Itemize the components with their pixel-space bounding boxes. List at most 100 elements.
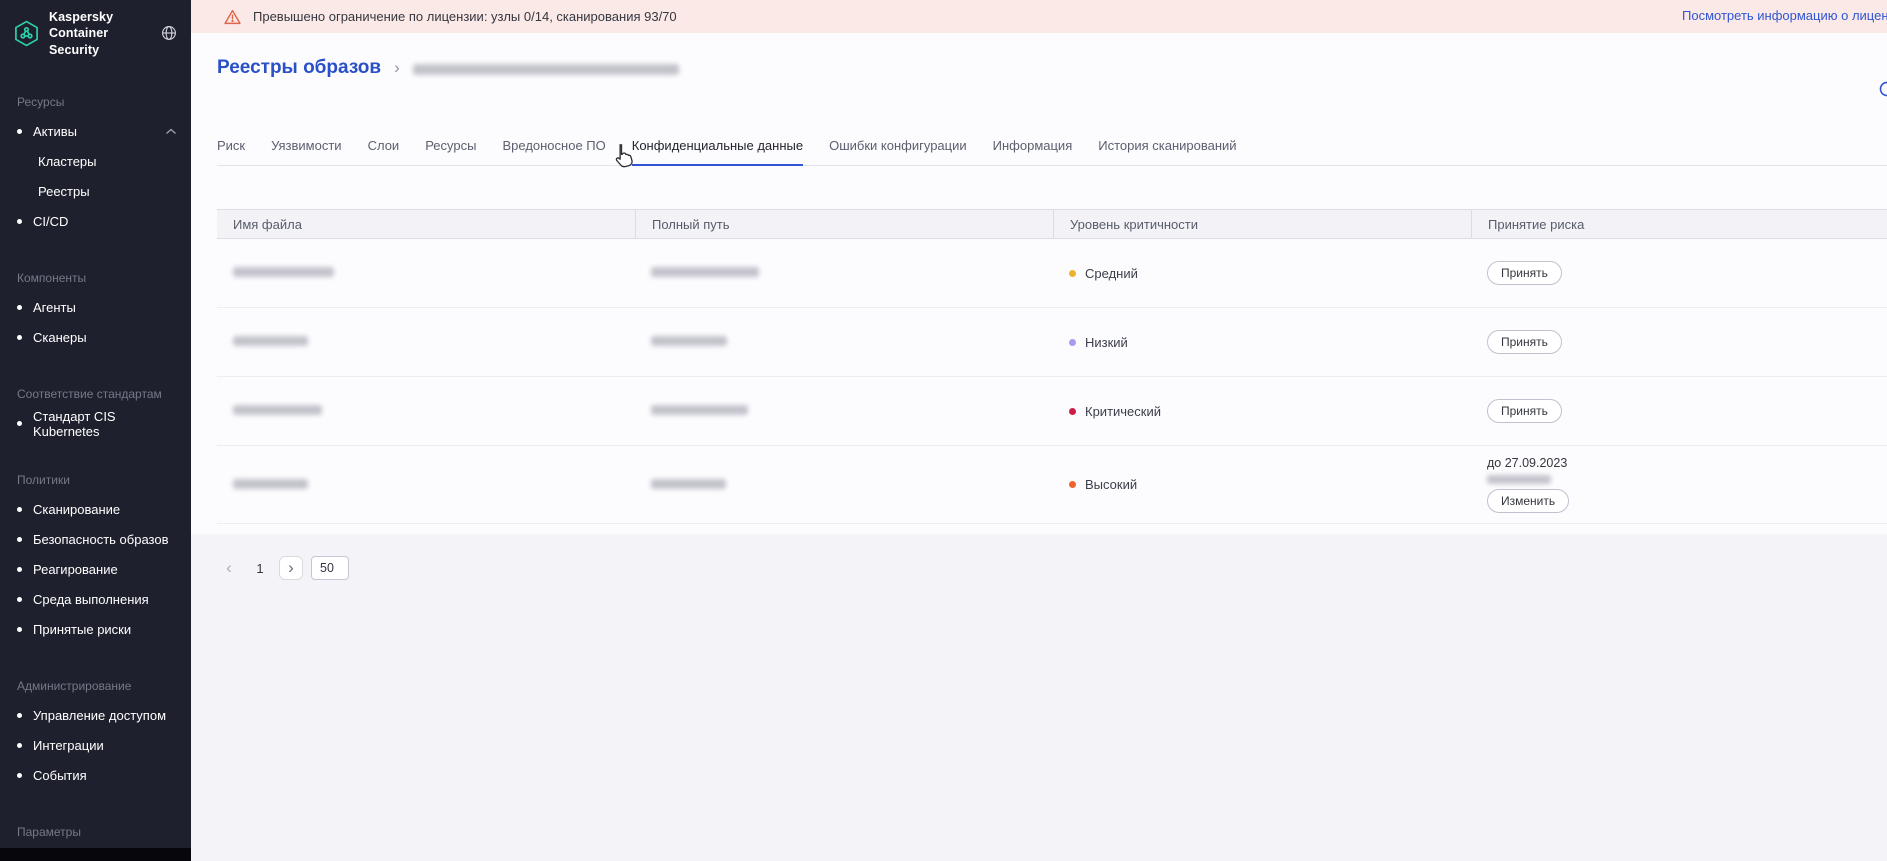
content-card: Реестры образов › Риск Уязвимости Слои Р… (191, 33, 1887, 534)
severity-label: Критический (1085, 403, 1161, 419)
sidebar-bottom-strip (0, 848, 191, 861)
sidebar-item-integrations[interactable]: Интеграции (0, 731, 191, 761)
kaspersky-logo-icon (13, 20, 40, 47)
severity-dot-critical (1069, 407, 1076, 415)
breadcrumb: Реестры образов › (217, 33, 1887, 97)
file-name-redacted (233, 336, 308, 346)
table-row[interactable]: Средний Принять (217, 239, 1887, 308)
nav-section-resources: Ресурсы (17, 94, 65, 109)
sidebar-item-registries[interactable]: Реестры (0, 177, 191, 207)
sidebar-item-access-management[interactable]: Управление доступом (0, 701, 191, 731)
license-warning-text: Превышено ограничение по лицензии: узлы … (253, 9, 677, 24)
tab-layers[interactable]: Слои (368, 138, 400, 165)
tab-scan-history[interactable]: История сканирований (1098, 138, 1236, 165)
nav-section-components: Компоненты (17, 270, 87, 285)
column-header-full-path: Полный путь (635, 210, 1053, 238)
bullet-icon (17, 219, 22, 225)
bullet-icon (17, 743, 22, 749)
bullet-icon (17, 597, 22, 603)
breadcrumb-chevron-icon: › (394, 57, 400, 77)
full-path-redacted (651, 405, 748, 415)
severity-label: Средний (1085, 265, 1138, 281)
tab-malware[interactable]: Вредоносное ПО (502, 138, 605, 165)
sidebar-item-agents[interactable]: Агенты (0, 293, 191, 323)
table-header-row: Имя файла Полный путь Уровень критичност… (217, 209, 1887, 239)
bullet-icon (17, 713, 22, 719)
full-path-redacted (651, 267, 759, 277)
bullet-icon (17, 421, 22, 427)
risk-acceptor-redacted (1487, 475, 1551, 484)
sidebar-item-cicd[interactable]: CI/CD (0, 207, 191, 237)
sidebar-item-events[interactable]: События (0, 761, 191, 791)
bullet-icon (17, 627, 22, 633)
bullet-icon (17, 129, 22, 135)
bullet-icon (17, 773, 22, 779)
column-header-file-name: Имя файла (233, 216, 302, 232)
pagination-next-icon[interactable]: › (279, 556, 303, 580)
accept-risk-button[interactable]: Принять (1487, 330, 1562, 354)
chevron-up-icon (165, 128, 177, 135)
full-path-redacted (651, 478, 726, 489)
breadcrumb-root-link[interactable]: Реестры образов (217, 57, 381, 79)
file-name-redacted (233, 267, 334, 277)
bullet-icon (17, 507, 22, 513)
pagination: ‹ 1 › 50 (217, 556, 1887, 580)
tab-vulnerabilities[interactable]: Уязвимости (271, 138, 341, 165)
pagination-current-page[interactable]: 1 (249, 561, 271, 576)
page-size-select[interactable]: 50 (311, 556, 349, 580)
tab-information[interactable]: Информация (993, 138, 1073, 165)
sidebar-item-runtime[interactable]: Среда выполнения (0, 585, 191, 615)
language-globe-icon[interactable] (161, 25, 177, 41)
pagination-prev-icon[interactable]: ‹ (217, 556, 241, 580)
severity-dot-medium (1069, 269, 1076, 277)
tab-resources[interactable]: Ресурсы (425, 138, 476, 165)
sidebar-item-cis-standard[interactable]: Стандарт CIS Kubernetes (0, 409, 191, 439)
sidebar-item-image-security[interactable]: Безопасность образов (0, 525, 191, 555)
license-info-link[interactable]: Посмотреть информацию о лицензии (1682, 8, 1887, 23)
sidebar-item-clusters[interactable]: Кластеры (0, 147, 191, 177)
refresh-icon[interactable] (1878, 80, 1887, 98)
file-name-redacted (233, 405, 322, 415)
table-row[interactable]: Высокий до 27.09.2023 Изменить (217, 446, 1887, 524)
bullet-icon (17, 305, 22, 311)
accept-risk-button[interactable]: Принять (1487, 399, 1562, 423)
full-path-redacted (651, 336, 727, 346)
tab-config-errors[interactable]: Ошибки конфигурации (829, 138, 967, 165)
sidebar-item-scanners[interactable]: Сканеры (0, 323, 191, 353)
nav-section-administration: Администрирование (17, 678, 132, 693)
severity-label: Высокий (1085, 477, 1138, 492)
mouse-cursor (611, 143, 633, 169)
file-name-redacted (233, 478, 308, 489)
app-brand: Kaspersky Container Security (0, 0, 191, 67)
table-row[interactable]: Критический Принять (217, 377, 1887, 446)
tab-risk[interactable]: Риск (217, 138, 245, 165)
sidebar-item-assets[interactable]: Активы (0, 117, 191, 147)
sidebar-nav: Ресурсы Активы Кластеры Реестры CI/CD Ко… (0, 67, 191, 861)
sidebar: Kaspersky Container Security Ресурсы Акт… (0, 0, 191, 861)
app-title: Kaspersky Container Security (49, 10, 114, 57)
warning-triangle-icon (224, 9, 241, 25)
edit-risk-button[interactable]: Изменить (1487, 489, 1570, 513)
tab-bar: Риск Уязвимости Слои Ресурсы Вредоносное… (217, 138, 1887, 166)
license-warning-banner: Превышено ограничение по лицензии: узлы … (191, 0, 1887, 33)
severity-dot-low (1069, 338, 1076, 346)
nav-section-parameters: Параметры (17, 824, 81, 839)
sidebar-item-accepted-risks[interactable]: Принятые риски (0, 615, 191, 645)
sidebar-item-response[interactable]: Реагирование (0, 555, 191, 585)
accept-risk-button[interactable]: Принять (1487, 261, 1562, 285)
tab-sensitive-data[interactable]: Конфиденциальные данные (631, 138, 804, 166)
bullet-icon (17, 567, 22, 573)
column-header-risk-acceptance: Принятие риска (1471, 210, 1887, 238)
severity-label: Низкий (1085, 334, 1128, 350)
sensitive-data-table: Имя файла Полный путь Уровень критичност… (217, 209, 1887, 524)
sidebar-item-scanning[interactable]: Сканирование (0, 495, 191, 525)
nav-section-policies: Политики (17, 472, 70, 487)
risk-accepted-until: до 27.09.2023 (1487, 456, 1568, 470)
table-row[interactable]: Низкий Принять (217, 308, 1887, 377)
severity-dot-high (1069, 481, 1076, 488)
column-header-severity: Уровень критичности (1053, 210, 1471, 238)
bullet-icon (17, 335, 22, 341)
registry-name-redacted (412, 63, 679, 75)
bullet-icon (17, 537, 22, 543)
nav-section-compliance: Соответствие стандартам (17, 386, 162, 401)
